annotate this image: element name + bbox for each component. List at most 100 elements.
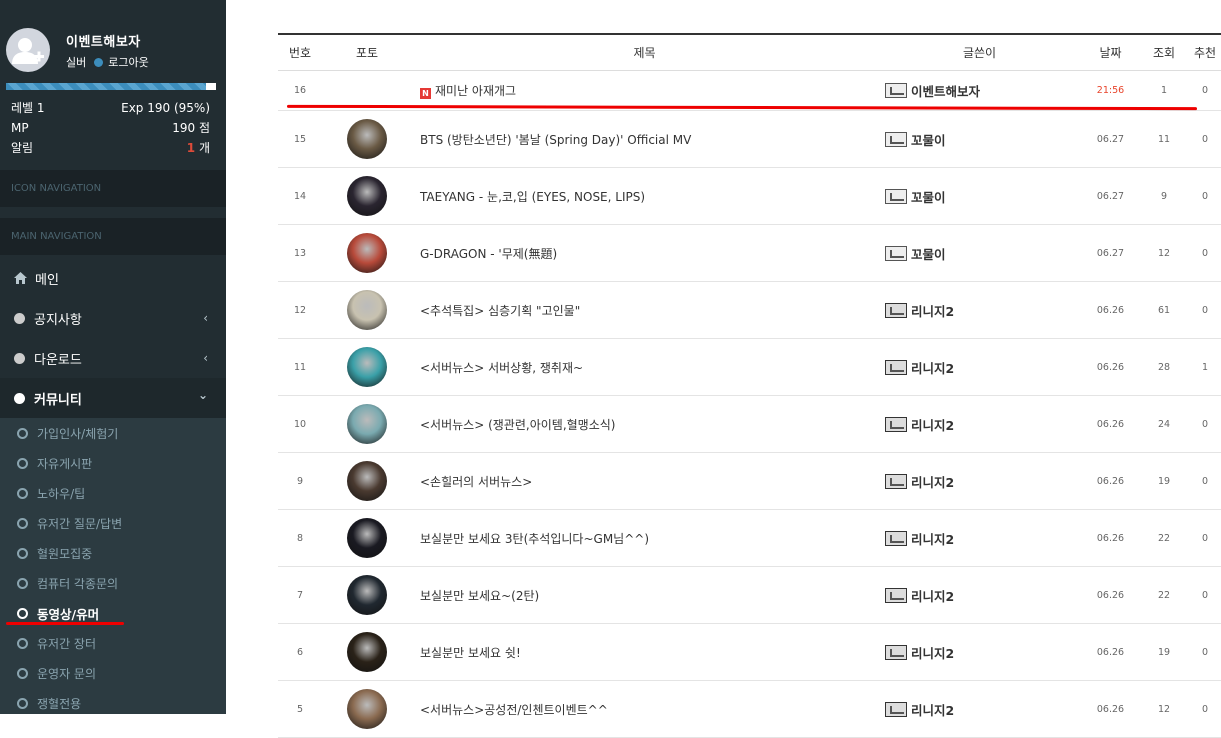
row-title-link[interactable]: <손힐러의 서버뉴스> xyxy=(420,475,532,489)
table-row[interactable]: 10 <서버뉴스> (쟁관련,아이템,혈맹소식) 리니지2 06.26 24 0 xyxy=(278,396,1221,453)
menu-item-notice[interactable]: 공지사항 ‹ xyxy=(0,298,226,338)
row-title[interactable]: 보실분만 보세요 쉿! xyxy=(412,644,877,661)
row-title-link[interactable]: BTS (방탄소년단) '봄날 (Spring Day)' Official M… xyxy=(420,133,691,147)
logout-link[interactable]: 로그아웃 xyxy=(108,54,148,70)
circle-outline-icon xyxy=(17,667,28,679)
menu-item-community-label: 커뮤니티 xyxy=(34,392,82,408)
row-writer[interactable]: 리니지2 xyxy=(877,586,1082,605)
stat-alarm[interactable]: 알림 1 개 xyxy=(0,138,226,158)
row-writer[interactable]: 꼬물이 xyxy=(877,244,1082,263)
table-row[interactable]: 6 보실분만 보세요 쉿! 리니지2 06.26 19 0 xyxy=(278,624,1221,681)
submenu-item-label: 노하우/팁 xyxy=(37,486,86,501)
board-table: 번호 포토 제목 글쓴이 날짜 조회 추천 16 N 재미난 아재개그 이벤트해보자 2… xyxy=(278,33,1221,738)
writer-name[interactable]: 리니지2 xyxy=(911,529,954,548)
menu-item-community[interactable]: 커뮤니티 ⌄ xyxy=(0,378,226,418)
row-title-link[interactable]: 보실분만 보세요~(2탄) xyxy=(420,589,539,603)
writer-name[interactable]: 리니지2 xyxy=(911,472,954,491)
thumbnail-image[interactable] xyxy=(347,575,387,615)
row-title[interactable]: G-DRAGON - '무제(無題) xyxy=(412,245,877,262)
writer-name[interactable]: 리니지2 xyxy=(911,700,954,719)
submenu-item[interactable]: 유저간 질문/답변 xyxy=(0,508,226,538)
submenu-item[interactable]: 노하우/팁 xyxy=(0,478,226,508)
header-views: 조회 xyxy=(1152,46,1176,60)
row-writer[interactable]: 리니지2 xyxy=(877,529,1082,548)
row-number: 8 xyxy=(296,532,304,544)
table-row[interactable]: 7 보실분만 보세요~(2탄) 리니지2 06.26 22 0 xyxy=(278,567,1221,624)
thumbnail-image[interactable] xyxy=(347,461,387,501)
row-title[interactable]: 보실분만 보세요 3탄(추석입니다~GM님^^) xyxy=(412,530,877,547)
row-title-link[interactable]: 보실분만 보세요 쉿! xyxy=(420,646,521,660)
table-row[interactable]: 5 <서버뉴스>공성전/인첸트이벤트^^ 리니지2 06.26 12 0 xyxy=(278,681,1221,738)
table-row[interactable]: 8 보실분만 보세요 3탄(추석입니다~GM님^^) 리니지2 06.26 22 0 xyxy=(278,510,1221,567)
row-writer[interactable]: 꼬물이 xyxy=(877,130,1082,149)
row-writer[interactable]: 리니지2 xyxy=(877,358,1082,377)
row-title-link[interactable]: G-DRAGON - '무제(無題) xyxy=(420,247,557,261)
menu-item-download[interactable]: 다운로드 ‹ xyxy=(0,338,226,378)
table-row[interactable]: 15 BTS (방탄소년단) '봄날 (Spring Day)' Official… xyxy=(278,111,1221,168)
writer-name[interactable]: 꼬물이 xyxy=(911,187,946,206)
thumbnail-image[interactable] xyxy=(347,290,387,330)
table-row[interactable]: 12 <추석특집> 심층기획 "고인물" 리니지2 06.26 61 0 xyxy=(278,282,1221,339)
row-title-link[interactable]: 재미난 아재개그 xyxy=(435,84,516,98)
highlight-underline xyxy=(6,622,124,625)
row-title-link[interactable]: <서버뉴스> 서버상황, 쟁취재~ xyxy=(420,361,583,375)
row-title-link[interactable]: 보실분만 보세요 3탄(추석입니다~GM님^^) xyxy=(420,532,649,546)
row-writer[interactable]: 리니지2 xyxy=(877,700,1082,719)
row-title-link[interactable]: <서버뉴스>공성전/인첸트이벤트^^ xyxy=(420,703,608,717)
submenu-item[interactable]: 쟁혈전용 xyxy=(0,688,226,714)
thumbnail-image[interactable] xyxy=(347,632,387,672)
submenu-item[interactable]: 혈원모집중 xyxy=(0,538,226,568)
thumbnail-image[interactable] xyxy=(347,518,387,558)
row-title[interactable]: N 재미난 아재개그 xyxy=(412,82,877,99)
row-title-link[interactable]: <추석특집> 심층기획 "고인물" xyxy=(420,304,580,318)
thumbnail-image[interactable] xyxy=(347,233,387,273)
row-recommend: 0 xyxy=(1201,85,1209,96)
row-title[interactable]: BTS (방탄소년단) '봄날 (Spring Day)' Official M… xyxy=(412,131,877,148)
row-title[interactable]: 보실분만 보세요~(2탄) xyxy=(412,587,877,604)
avatar[interactable] xyxy=(6,28,50,72)
submenu-item[interactable]: 유저간 장터 xyxy=(0,628,226,658)
row-writer[interactable]: 이벤트해보자 xyxy=(877,81,1082,100)
row-writer[interactable]: 리니지2 xyxy=(877,415,1082,434)
submenu-item[interactable]: 가입인사/체험기 xyxy=(0,418,226,448)
row-title[interactable]: <서버뉴스> (쟁관련,아이템,혈맹소식) xyxy=(412,416,877,433)
chevron-down-icon: ⌄ xyxy=(197,388,208,402)
level-icon xyxy=(885,188,907,204)
table-row[interactable]: 9 <손힐러의 서버뉴스> 리니지2 06.26 19 0 xyxy=(278,453,1221,510)
thumbnail-image[interactable] xyxy=(347,176,387,216)
row-title[interactable]: <손힐러의 서버뉴스> xyxy=(412,473,877,490)
writer-name[interactable]: 리니지2 xyxy=(911,643,954,662)
submenu-item[interactable]: 운영자 문의 xyxy=(0,658,226,688)
board-rows: 16 N 재미난 아재개그 이벤트해보자 21:56 1 0 15 BTS (방탄소년단) '봄… xyxy=(278,71,1221,738)
circle-icon xyxy=(14,352,25,364)
row-title[interactable]: <서버뉴스>공성전/인첸트이벤트^^ xyxy=(412,701,877,718)
table-row[interactable]: 11 <서버뉴스> 서버상황, 쟁취재~ 리니지2 06.26 28 1 xyxy=(278,339,1221,396)
level-icon xyxy=(885,644,907,660)
writer-name[interactable]: 리니지2 xyxy=(911,415,954,434)
submenu-item[interactable]: 자유게시판 xyxy=(0,448,226,478)
writer-name[interactable]: 리니지2 xyxy=(911,301,954,320)
row-writer[interactable]: 리니지2 xyxy=(877,643,1082,662)
row-title-link[interactable]: TAEYANG - 눈,코,입 (EYES, NOSE, LIPS) xyxy=(420,190,645,204)
menu-item-main[interactable]: 메인 xyxy=(0,258,226,298)
row-title[interactable]: <서버뉴스> 서버상황, 쟁취재~ xyxy=(412,359,877,376)
submenu-item[interactable]: 컴퓨터 각종문의 xyxy=(0,568,226,598)
row-writer[interactable]: 꼬물이 xyxy=(877,187,1082,206)
row-writer[interactable]: 리니지2 xyxy=(877,301,1082,320)
row-title-link[interactable]: <서버뉴스> (쟁관련,아이템,혈맹소식) xyxy=(420,418,615,432)
table-row[interactable]: 13 G-DRAGON - '무제(無題) 꼬물이 06.27 12 0 xyxy=(278,225,1221,282)
row-title[interactable]: TAEYANG - 눈,코,입 (EYES, NOSE, LIPS) xyxy=(412,188,877,205)
writer-name[interactable]: 리니지2 xyxy=(911,586,954,605)
thumbnail-image[interactable] xyxy=(347,404,387,444)
writer-name[interactable]: 꼬물이 xyxy=(911,130,946,149)
writer-name[interactable]: 리니지2 xyxy=(911,358,954,377)
writer-name[interactable]: 꼬물이 xyxy=(911,244,946,263)
table-row[interactable]: 14 TAEYANG - 눈,코,입 (EYES, NOSE, LIPS) 꼬물이 0… xyxy=(278,168,1221,225)
thumbnail-image[interactable] xyxy=(347,689,387,729)
thumbnail-image[interactable] xyxy=(347,119,387,159)
row-title[interactable]: <추석특집> 심층기획 "고인물" xyxy=(412,302,877,319)
row-writer[interactable]: 리니지2 xyxy=(877,472,1082,491)
thumbnail-image[interactable] xyxy=(347,347,387,387)
writer-name[interactable]: 이벤트해보자 xyxy=(911,81,980,100)
row-date: 06.27 xyxy=(1096,133,1125,145)
